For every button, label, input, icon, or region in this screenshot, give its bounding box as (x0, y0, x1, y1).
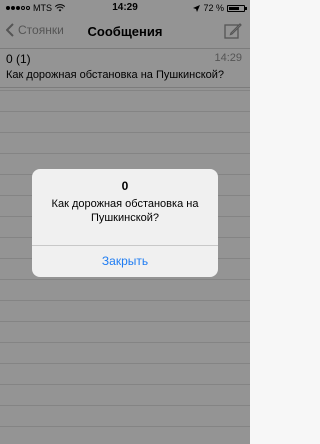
close-button[interactable]: Закрыть (32, 246, 218, 277)
alert-dialog: 0 Как дорожная обстановка на Пушкинской?… (32, 169, 218, 277)
alert-title: 0 (121, 179, 129, 193)
screen: MTS 14:29 72 % Стоянки Сообщения 0 (1) 1… (0, 0, 250, 444)
alert-message: Как дорожная обстановка на Пушкинской? (51, 198, 199, 224)
